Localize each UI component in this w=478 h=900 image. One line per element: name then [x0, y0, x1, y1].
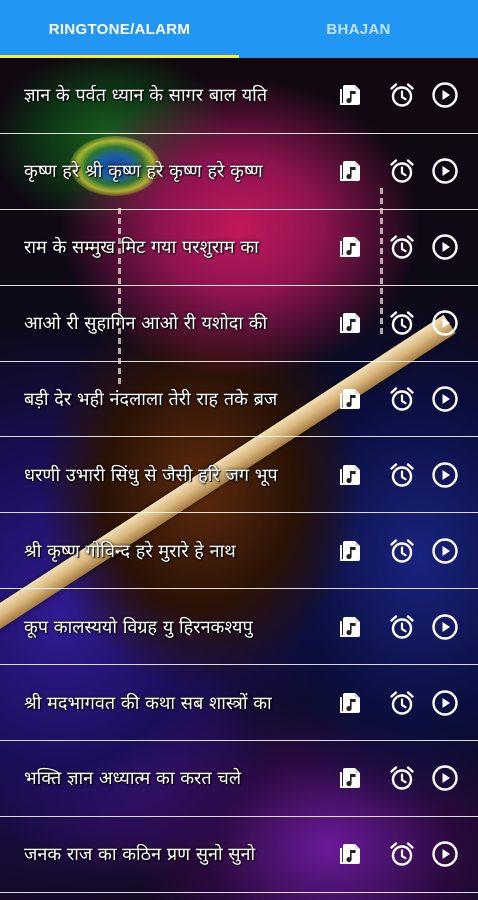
song-title[interactable]: धरणी उभारी सिंधु से जैसी हरि जग भूप [24, 463, 324, 487]
song-row[interactable]: धरणी उभारी सिंधु से जैसी हरि जग भूप [0, 437, 478, 514]
set-alarm-icon[interactable] [388, 309, 416, 337]
set-ringtone-icon[interactable] [337, 157, 365, 185]
play-icon[interactable] [431, 537, 459, 565]
play-icon[interactable] [431, 840, 459, 868]
song-title[interactable]: आओ री सुहागिन आओ री यशोदा की [24, 311, 324, 335]
song-row[interactable]: कृष्ण हरे श्री कृष्ण हरे कृष्ण हरे कृष्ण [0, 134, 478, 210]
song-row[interactable]: कूप कालस्ययो विग्रह यु हिरनकश्यपु [0, 589, 478, 666]
set-ringtone-icon[interactable] [337, 461, 365, 489]
song-row[interactable]: भक्ति ज्ञान अध्यात्म का करत चले [0, 741, 478, 817]
play-icon[interactable] [431, 689, 459, 717]
set-alarm-icon[interactable] [388, 840, 416, 868]
set-alarm-icon[interactable] [388, 233, 416, 261]
song-title[interactable]: ज्ञान के पर्वत ध्यान के सागर बाल यति [24, 83, 324, 107]
play-icon[interactable] [431, 461, 459, 489]
tab-bhajan[interactable]: BHAJAN [239, 0, 478, 58]
song-title[interactable]: श्री मदभागवत की कथा सब शास्त्रों का [24, 691, 324, 715]
play-icon[interactable] [431, 613, 459, 641]
set-ringtone-icon[interactable] [337, 385, 365, 413]
song-title[interactable]: कूप कालस्ययो विग्रह यु हिरनकश्यपु [24, 615, 324, 639]
tab-ringtone-alarm[interactable]: RINGTONE/ALARM [0, 0, 239, 58]
play-icon[interactable] [431, 764, 459, 792]
set-ringtone-icon[interactable] [337, 689, 365, 717]
song-row[interactable]: जनक राज का कठिन प्रण सुनो सुनो [0, 817, 478, 893]
play-icon[interactable] [431, 385, 459, 413]
song-title[interactable]: जनक राज का कठिन प्रण सुनो सुनो [24, 842, 324, 866]
song-title[interactable]: श्री कृष्ण गोविन्द हरे मुरारे हे नाथ [24, 539, 324, 563]
set-alarm-icon[interactable] [388, 764, 416, 792]
song-row[interactable]: आओ री सुहागिन आओ री यशोदा की [0, 286, 478, 362]
song-title[interactable]: बड़ी देर भही नंदलाला तेरी राह तके ब्रज [24, 387, 324, 411]
song-row[interactable]: श्री मदभागवत की कथा सब शास्त्रों का [0, 665, 478, 742]
play-icon[interactable] [431, 309, 459, 337]
set-ringtone-icon[interactable] [337, 840, 365, 868]
song-list: ज्ञान के पर्वत ध्यान के सागर बाल यति कृष्… [0, 58, 478, 893]
song-row[interactable]: राम के सम्मुख मिट गया परशुराम का [0, 210, 478, 286]
song-title[interactable]: राम के सम्मुख मिट गया परशुराम का [24, 235, 324, 259]
song-row[interactable]: श्री कृष्ण गोविन्द हरे मुरारे हे नाथ [0, 513, 478, 590]
set-ringtone-icon[interactable] [337, 764, 365, 792]
song-row[interactable]: बड़ी देर भही नंदलाला तेरी राह तके ब्रज [0, 362, 478, 438]
song-title[interactable]: भक्ति ज्ञान अध्यात्म का करत चले [24, 766, 324, 790]
set-alarm-icon[interactable] [388, 461, 416, 489]
play-icon[interactable] [431, 81, 459, 109]
set-alarm-icon[interactable] [388, 613, 416, 641]
play-icon[interactable] [431, 157, 459, 185]
tab-bar: RINGTONE/ALARM BHAJAN [0, 0, 478, 58]
set-alarm-icon[interactable] [388, 385, 416, 413]
set-ringtone-icon[interactable] [337, 537, 365, 565]
play-icon[interactable] [431, 233, 459, 261]
set-alarm-icon[interactable] [388, 537, 416, 565]
set-ringtone-icon[interactable] [337, 233, 365, 261]
song-row[interactable]: ज्ञान के पर्वत ध्यान के सागर बाल यति [0, 58, 478, 134]
song-title[interactable]: कृष्ण हरे श्री कृष्ण हरे कृष्ण हरे कृष्ण [24, 159, 324, 183]
set-alarm-icon[interactable] [388, 689, 416, 717]
set-alarm-icon[interactable] [388, 157, 416, 185]
set-ringtone-icon[interactable] [337, 613, 365, 641]
set-alarm-icon[interactable] [388, 81, 416, 109]
set-ringtone-icon[interactable] [337, 309, 365, 337]
set-ringtone-icon[interactable] [337, 81, 365, 109]
